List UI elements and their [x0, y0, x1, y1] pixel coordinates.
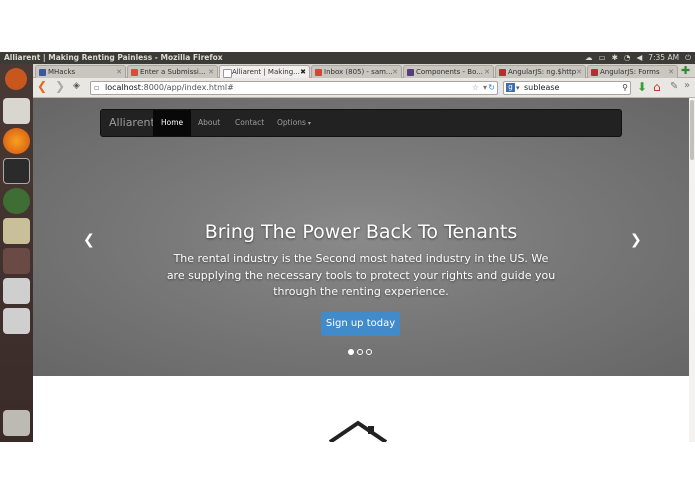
forward-icon[interactable]: ❯: [55, 79, 65, 93]
tab-favicon-icon: [315, 69, 322, 76]
carousel-indicator[interactable]: [348, 349, 354, 355]
tab-label: Alliarent | Making...: [232, 68, 300, 76]
search-engine-icon[interactable]: g: [506, 83, 515, 92]
tab-label: AngularJS: Forms: [600, 68, 660, 76]
address-bar[interactable]: ▫ localhost:8000/app/index.html# ☆ ▾ ↻: [90, 81, 498, 95]
tab-label: AngularJS: ng.$http: [508, 68, 577, 76]
tab-label: Inbox (805) - sam...: [324, 68, 393, 76]
terminal-icon[interactable]: [3, 158, 30, 184]
tab[interactable]: Components - Bo... ✕: [403, 65, 494, 78]
bookmark-star-icon[interactable]: ☆: [472, 82, 479, 94]
files-icon[interactable]: [3, 98, 30, 124]
nav-options-dropdown[interactable]: Options ▾: [269, 110, 319, 136]
dropdown-icon[interactable]: ▾: [483, 82, 487, 94]
close-icon[interactable]: ✕: [576, 66, 582, 78]
close-icon[interactable]: ✖: [300, 66, 306, 78]
overflow-icon[interactable]: »: [684, 80, 690, 91]
reload-icon[interactable]: ↻: [488, 82, 495, 94]
url-path: :8000/app/index.html#: [140, 83, 234, 92]
tab[interactable]: AngularJS: ng.$http ✕: [495, 65, 586, 78]
bluetooth-icon[interactable]: ✱: [612, 52, 618, 64]
new-tab-icon[interactable]: ✚: [681, 64, 690, 77]
download-icon[interactable]: ⬇: [637, 80, 647, 94]
software-updater-icon[interactable]: [3, 188, 30, 214]
power-icon[interactable]: ⏻: [685, 52, 691, 64]
home-icon[interactable]: ⌂: [653, 80, 661, 94]
tab-favicon-icon: [591, 69, 598, 76]
firefox-icon[interactable]: [3, 128, 30, 154]
sign-up-button[interactable]: Sign up today: [321, 312, 400, 336]
trash-icon[interactable]: [3, 410, 30, 436]
close-icon[interactable]: ✕: [484, 66, 490, 78]
tab[interactable]: Enter a Submissi... ✕: [127, 65, 218, 78]
tab-strip: MHacks ✕ Enter a Submissi... ✕ Alliarent |…: [33, 64, 695, 78]
tab-favicon-icon: [499, 69, 506, 76]
launcher: [0, 64, 33, 442]
close-icon[interactable]: ✕: [208, 66, 214, 78]
dropdown-icon[interactable]: ▾: [516, 82, 520, 94]
volume-icon[interactable]: ◀: [636, 52, 642, 64]
url-host: localhost: [105, 83, 141, 92]
tab[interactable]: MHacks ✕: [35, 65, 126, 78]
window-title: Alliarent | Making Renting Painless - Mo…: [4, 53, 223, 62]
carousel-indicator[interactable]: [366, 349, 372, 355]
system-top-bar: Alliarent | Making Renting Painless - Mo…: [0, 52, 695, 64]
hero-carousel: Alliarent Home About Contact Options ▾ ❮…: [33, 98, 689, 376]
tab[interactable]: Inbox (805) - sam... ✕: [311, 65, 402, 78]
caret-down-icon: ▾: [305, 120, 311, 127]
tab-label: MHacks: [48, 68, 76, 76]
tab[interactable]: AngularJS: Forms ✕: [587, 65, 678, 78]
search-bar[interactable]: g ▾ sublease ⚲: [503, 81, 631, 95]
battery-icon[interactable]: ▭: [599, 52, 606, 64]
page-icon: ▫: [94, 83, 100, 92]
scrollbar-thumb[interactable]: [690, 100, 694, 160]
drive-icon[interactable]: [3, 278, 30, 304]
speaker-icon[interactable]: [3, 218, 30, 244]
house-icon: [328, 420, 388, 442]
nav-about[interactable]: About: [190, 110, 228, 136]
workspace-icon[interactable]: [3, 248, 30, 274]
page-viewport: Alliarent Home About Contact Options ▾ ❮…: [33, 98, 689, 442]
wifi-icon[interactable]: ◔: [624, 52, 631, 64]
nav-options-label: Options: [277, 118, 306, 127]
addon-icon[interactable]: ✎: [670, 81, 678, 92]
tab-label: Components - Bo...: [416, 68, 483, 76]
tab-favicon-icon: [223, 69, 232, 78]
site-navbar: Alliarent Home About Contact Options ▾: [100, 109, 622, 137]
tab[interactable]: Alliarent | Making... ✖: [219, 65, 310, 78]
drive-icon[interactable]: [3, 308, 30, 334]
clock[interactable]: 7:35 AM: [648, 52, 679, 64]
back-icon[interactable]: ❮: [37, 79, 47, 93]
dash-icon[interactable]: [5, 68, 27, 90]
site-brand[interactable]: Alliarent: [109, 110, 155, 136]
site-identity-icon[interactable]: ◈: [73, 81, 80, 91]
nav-contact[interactable]: Contact: [227, 110, 272, 136]
nav-home[interactable]: Home: [153, 110, 192, 136]
system-tray: ☁ ▭ ✱ ◔ ◀ 7:35 AM ⏻: [585, 52, 691, 64]
tab-favicon-icon: [407, 69, 414, 76]
hero-lead: The rental industry is the Second most h…: [166, 252, 556, 298]
tab-favicon-icon: [39, 69, 46, 76]
close-icon[interactable]: ✕: [116, 66, 122, 78]
close-icon[interactable]: ✕: [392, 66, 398, 78]
tab-favicon-icon: [131, 69, 138, 76]
carousel-indicator[interactable]: [357, 349, 363, 355]
search-input[interactable]: sublease: [524, 83, 559, 92]
cloud-icon[interactable]: ☁: [585, 52, 593, 64]
search-icon[interactable]: ⚲: [622, 82, 628, 94]
hero-title: Bring The Power Back To Tenants: [204, 221, 518, 243]
close-icon[interactable]: ✕: [668, 66, 674, 78]
tab-label: Enter a Submissi...: [140, 68, 206, 76]
